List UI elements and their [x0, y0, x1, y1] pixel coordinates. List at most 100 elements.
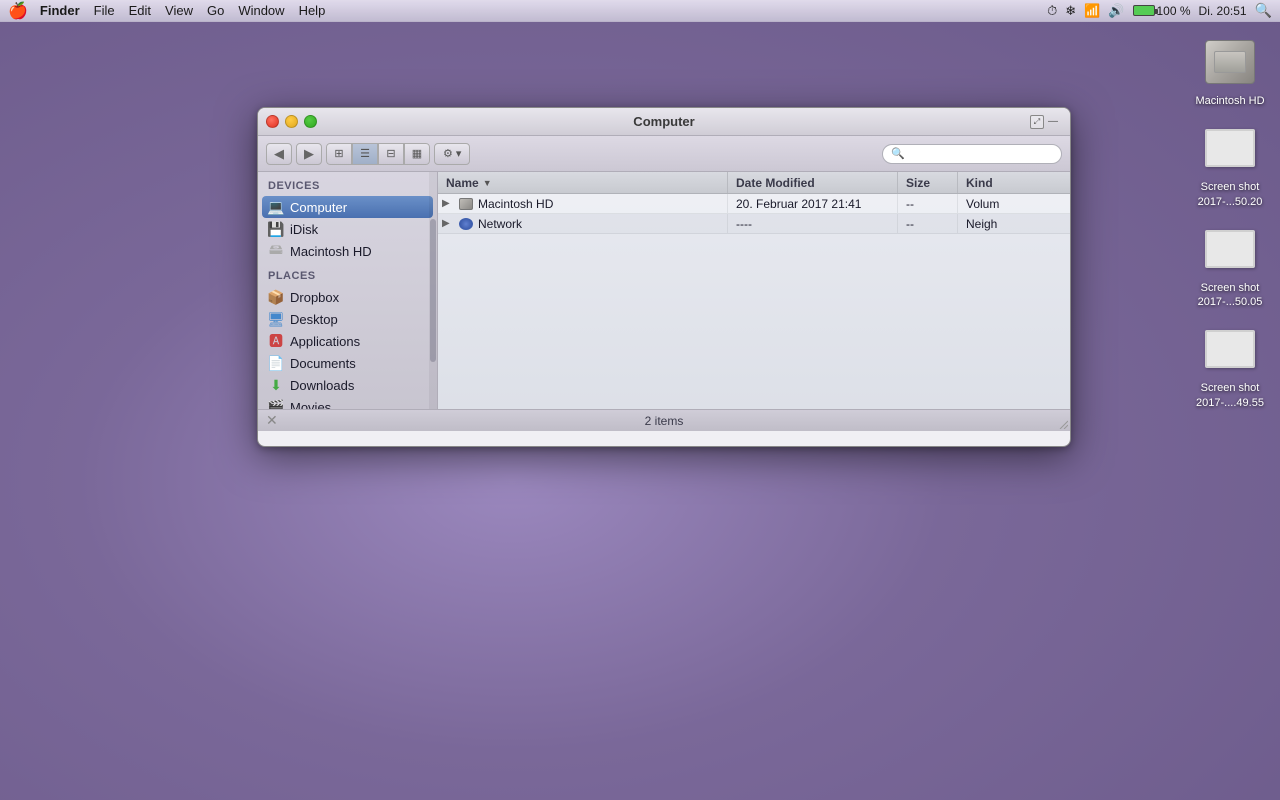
view-cover-button[interactable]: ▦ — [404, 143, 430, 165]
desktop-icons: Macintosh HD Screen shot2017-...50.20 Sc… — [1190, 30, 1270, 414]
desktop-icon-screenshot3[interactable]: Screen shot2017-....49.55 — [1190, 317, 1270, 414]
sidebar-downloads-label: Downloads — [290, 378, 354, 393]
sidebar-dropbox-label: Dropbox — [290, 290, 339, 305]
resize-icon — [1056, 417, 1068, 429]
column-name[interactable]: Name ▼ — [438, 172, 728, 193]
content-area: DEVICES 💻 Computer 💾 iDisk 🖴 Macintosh H… — [258, 172, 1070, 409]
sidebar-documents-label: Documents — [290, 356, 356, 371]
row-machd-kind: Volum — [958, 194, 1070, 213]
macintosh-hd-icon: 🖴 — [268, 243, 284, 259]
sidebar-item-idisk[interactable]: 💾 iDisk — [258, 218, 437, 240]
expand-arrow-icon[interactable]: ▶ — [442, 198, 454, 209]
menubar-edit[interactable]: Edit — [129, 3, 151, 18]
view-controls: ⊞ ☰ ⊟ ▦ — [326, 143, 430, 165]
expand-arrow-icon[interactable]: ▶ — [442, 218, 454, 229]
screenshot1-icon-image — [1202, 120, 1258, 176]
gear-icon: ⚙ — [443, 147, 453, 160]
menubar-help[interactable]: Help — [299, 3, 326, 18]
desktop-icon-screenshot2[interactable]: Screen shot2017-...50.05 — [1190, 217, 1270, 314]
sidebar-applications-label: Applications — [290, 334, 360, 349]
menubar-window[interactable]: Window — [238, 3, 284, 18]
screenshot3-icon-label: Screen shot2017-....49.55 — [1196, 381, 1264, 410]
sidebar-item-documents[interactable]: 📄 Documents — [258, 352, 437, 374]
column-modified-label: Date Modified — [736, 176, 815, 190]
search-input[interactable] — [909, 147, 1053, 161]
title-bar: Computer ⤢ — [258, 108, 1070, 136]
bluetooth-icon[interactable]: ❄ — [1065, 3, 1076, 19]
maximize-button[interactable] — [304, 115, 317, 128]
documents-icon: 📄 — [268, 355, 284, 371]
time-machine-icon[interactable]: ⏱ — [1047, 3, 1057, 19]
network-row-icon — [458, 217, 474, 231]
row-network-kind: Neigh — [958, 214, 1070, 233]
resize-handle[interactable] — [1054, 415, 1070, 431]
window-title: Computer — [633, 114, 694, 129]
sidebar-desktop-label: Desktop — [290, 312, 338, 327]
sidebar-item-desktop[interactable]: 🖥 Desktop — [258, 308, 437, 330]
sidebar-item-movies[interactable]: 🎬 Movies — [258, 396, 437, 409]
places-header: PLACES — [258, 262, 437, 286]
sidebar-idisk-label: iDisk — [290, 222, 318, 237]
idisk-icon: 💾 — [268, 221, 284, 237]
file-list-area: Name ▼ Date Modified Size Kind — [438, 172, 1070, 409]
status-bar-left: ✕ — [266, 412, 278, 429]
wifi-icon[interactable]: 📶 — [1084, 3, 1100, 19]
desktop-icon-machd[interactable]: Macintosh HD — [1190, 30, 1270, 112]
sound-icon[interactable]: 🔊 — [1108, 3, 1124, 19]
search-menu-icon[interactable]: 🔍 — [1255, 2, 1272, 19]
row-machd-label: Macintosh HD — [478, 197, 553, 211]
close-button[interactable] — [266, 115, 279, 128]
screenshot3-icon-image — [1202, 321, 1258, 377]
apple-menu[interactable]: 🍎 — [8, 1, 28, 21]
menubar-go[interactable]: Go — [207, 3, 224, 18]
dropbox-icon: 📦 — [268, 289, 284, 305]
sidebar-item-dropbox[interactable]: 📦 Dropbox — [258, 286, 437, 308]
sidebar-item-applications[interactable]: 🅰 Applications — [258, 330, 437, 352]
sidebar-item-macintosh-hd[interactable]: 🖴 Macintosh HD — [258, 240, 437, 262]
back-button[interactable]: ◀ — [266, 143, 292, 165]
finder-window: Computer ⤢ ◀ ▶ ⊞ ☰ ⊟ ▦ ⚙ ▾ 🔍 — [257, 107, 1071, 447]
forward-button[interactable]: ▶ — [296, 143, 322, 165]
action-button[interactable]: ⚙ ▾ — [434, 143, 470, 165]
battery-percent: 100 % — [1157, 4, 1191, 18]
machd-row-icon — [458, 197, 474, 211]
sidebar-machd-label: Macintosh HD — [290, 244, 372, 259]
sidebar-movies-label: Movies — [290, 400, 331, 410]
column-size-label: Size — [906, 176, 930, 190]
screenshot2-icon-image — [1202, 221, 1258, 277]
minimize-button[interactable] — [285, 115, 298, 128]
screenshot2-icon-label: Screen shot2017-...50.05 — [1198, 281, 1263, 310]
menubar-file[interactable]: File — [94, 3, 115, 18]
sidebar: DEVICES 💻 Computer 💾 iDisk 🖴 Macintosh H… — [258, 172, 438, 409]
sidebar-item-downloads[interactable]: ⬇ Downloads — [258, 374, 437, 396]
view-list-button[interactable]: ☰ — [352, 143, 378, 165]
table-row[interactable]: ▶ Macintosh HD 20. Februar 2017 21:41 --… — [438, 194, 1070, 214]
table-row[interactable]: ▶ Network ---- -- Neigh — [438, 214, 1070, 234]
sidebar-computer-label: Computer — [290, 200, 347, 215]
column-kind[interactable]: Kind — [958, 172, 1070, 193]
column-modified[interactable]: Date Modified — [728, 172, 898, 193]
view-column-button[interactable]: ⊟ — [378, 143, 404, 165]
column-size[interactable]: Size — [898, 172, 958, 193]
traffic-lights — [266, 115, 317, 128]
minimize-icon[interactable] — [1048, 115, 1062, 129]
close-status-icon[interactable]: ✕ — [266, 412, 278, 429]
search-icon: 🔍 — [891, 147, 905, 160]
row-machd-modified: 20. Februar 2017 21:41 — [728, 194, 898, 213]
applications-icon: 🅰 — [268, 333, 284, 349]
fullscreen-icon[interactable]: ⤢ — [1030, 115, 1044, 129]
desktop-icon-screenshot1[interactable]: Screen shot2017-...50.20 — [1190, 116, 1270, 213]
row-network-label: Network — [478, 217, 522, 231]
column-name-label: Name — [446, 176, 479, 190]
sort-arrow-icon: ▼ — [483, 178, 492, 188]
sidebar-item-computer[interactable]: 💻 Computer — [262, 196, 433, 218]
search-box: 🔍 — [882, 144, 1062, 164]
machd-icon-image — [1202, 34, 1258, 90]
file-list-header: Name ▼ Date Modified Size Kind — [438, 172, 1070, 194]
item-count: 2 items — [645, 414, 684, 428]
view-icon-button[interactable]: ⊞ — [326, 143, 352, 165]
menubar-finder[interactable]: Finder — [40, 3, 80, 18]
battery-display: 100 % — [1133, 4, 1191, 18]
menubar-view[interactable]: View — [165, 3, 193, 18]
column-kind-label: Kind — [966, 176, 993, 190]
